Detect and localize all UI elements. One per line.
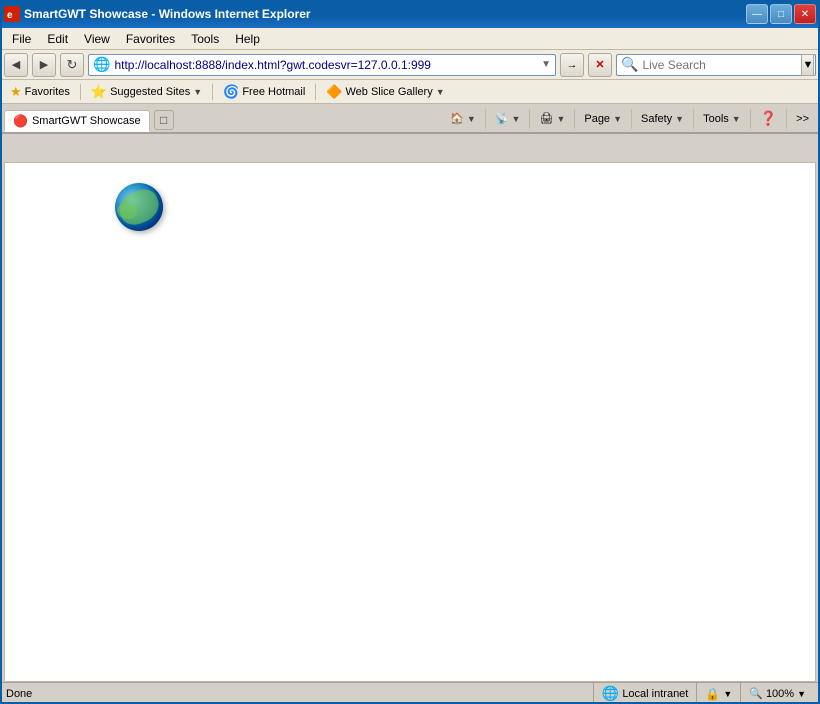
search-provider-icon: 🔍 (621, 56, 638, 73)
forward-button[interactable]: ▶ (32, 53, 56, 77)
home-dropdown-arrow[interactable]: ▼ (467, 114, 476, 124)
page-button[interactable]: Page ▼ (577, 110, 629, 128)
home-icon: 🏠 (450, 112, 464, 125)
lock-icon: 🔒 (705, 687, 720, 701)
search-input[interactable] (642, 58, 797, 72)
window-title: SmartGWT Showcase - Windows Internet Exp… (24, 7, 746, 21)
app-icon: e (4, 6, 20, 22)
menu-edit[interactable]: Edit (39, 30, 76, 48)
search-container: 🔍 ▼ (616, 54, 816, 76)
window-controls: — □ ✕ (746, 4, 816, 24)
favorites-item-webslice[interactable]: 🔶 Web Slice Gallery ▼ (320, 82, 450, 102)
hotmail-icon: 🌀 (223, 84, 239, 100)
minimize-button[interactable]: — (746, 4, 768, 24)
suggested-sites-label: Suggested Sites (110, 86, 190, 98)
maximize-button[interactable]: □ (770, 4, 792, 24)
tab-label: SmartGWT Showcase (32, 115, 141, 127)
lock-section: 🔒 ▼ (696, 683, 740, 704)
favorites-item-suggested[interactable]: ⭐ Suggested Sites ▼ (85, 82, 208, 102)
globe-container (115, 183, 163, 231)
webslice-arrow: ▼ (436, 87, 445, 97)
safety-dropdown-arrow[interactable]: ▼ (675, 114, 684, 124)
tab-smartgwt[interactable]: 🔴 SmartGWT Showcase (4, 110, 150, 132)
menu-help[interactable]: Help (227, 30, 268, 48)
home-button[interactable]: 🏠 ▼ (443, 109, 483, 128)
page-label: Page (584, 113, 610, 125)
menu-file[interactable]: File (4, 30, 39, 48)
svg-text:e: e (7, 10, 13, 21)
status-bar: Done 🌐 Local intranet 🔒 ▼ 🔍 100% ▼ (0, 682, 820, 704)
fav-divider-3 (315, 84, 316, 100)
go-button[interactable]: → (560, 53, 584, 77)
url-favicon: 🌐 (93, 56, 110, 73)
title-bar: e SmartGWT Showcase - Windows Internet E… (0, 0, 820, 28)
toolbar-divider-2 (529, 109, 530, 129)
tab-row-toolbar: 🏠 ▼ 📡 ▼ 🖨 ▼ Page ▼ Safety ▼ (176, 107, 816, 130)
zoom-section: 🔍 100% ▼ (740, 683, 814, 704)
favorites-bar: ★ Favorites ⭐ Suggested Sites ▼ 🌀 Free H… (0, 80, 820, 104)
menu-view[interactable]: View (76, 30, 118, 48)
feed-button[interactable]: 📡 ▼ (488, 109, 528, 128)
tools-button[interactable]: Tools ▼ (696, 110, 748, 128)
toolbar-divider-1 (485, 109, 486, 129)
tools-dropdown-arrow[interactable]: ▼ (732, 114, 741, 124)
back-button[interactable]: ◀ (4, 53, 28, 77)
help-icon: ❓ (760, 110, 777, 127)
page-dropdown-arrow[interactable]: ▼ (613, 114, 622, 124)
favorites-item-hotmail[interactable]: 🌀 Free Hotmail (217, 82, 311, 102)
print-icon: 🖨 (539, 112, 553, 125)
zoom-dropdown-arrow[interactable]: ▼ (797, 689, 806, 699)
url-dropdown-arrow[interactable]: ▼ (541, 59, 551, 70)
menu-tools[interactable]: Tools (183, 30, 227, 48)
webslice-label: Web Slice Gallery (345, 86, 432, 98)
stop-button[interactable]: ✕ (588, 53, 612, 77)
more-label: >> (796, 113, 809, 125)
zoom-icon: 🔍 (749, 687, 763, 700)
toolbar-divider-5 (693, 109, 694, 129)
suggested-sites-icon: ⭐ (91, 84, 107, 100)
zone-section: 🌐 Local intranet (593, 683, 696, 704)
refresh-button[interactable]: ↻ (60, 53, 84, 77)
toolbar-divider-4 (631, 109, 632, 129)
content-area (4, 162, 816, 682)
tab-favicon: 🔴 (13, 114, 28, 128)
close-button[interactable]: ✕ (794, 4, 816, 24)
feed-dropdown-arrow[interactable]: ▼ (512, 114, 521, 124)
safety-button[interactable]: Safety ▼ (634, 110, 691, 128)
favorites-label: Favorites (25, 86, 70, 98)
feed-icon: 📡 (495, 112, 509, 125)
fav-divider-1 (80, 84, 81, 100)
help-button[interactable]: ❓ (753, 107, 784, 130)
more-button[interactable]: >> (789, 110, 816, 128)
zone-icon: 🌐 (602, 685, 619, 702)
toolbar-divider-6 (750, 109, 751, 129)
tools-label: Tools (703, 113, 729, 125)
menu-favorites[interactable]: Favorites (118, 30, 183, 48)
search-go-button[interactable]: ▼ (801, 54, 814, 76)
globe-animation (115, 183, 163, 231)
tab-toolbar-area: 🔴 SmartGWT Showcase □ 🏠 ▼ 📡 ▼ 🖨 ▼ Page (0, 104, 820, 134)
suggested-sites-arrow: ▼ (193, 87, 202, 97)
webslice-icon: 🔶 (326, 84, 342, 100)
new-tab-button[interactable]: □ (154, 110, 174, 130)
favorites-button[interactable]: ★ Favorites (4, 82, 76, 102)
zoom-label: 100% (766, 688, 794, 700)
toolbar-divider-3 (574, 109, 575, 129)
zone-label: Local intranet (622, 688, 688, 700)
print-button[interactable]: 🖨 ▼ (532, 109, 572, 128)
address-bar: ◀ ▶ ↻ 🌐 ▼ → ✕ 🔍 ▼ (0, 50, 820, 80)
toolbar-divider-7 (786, 109, 787, 129)
safety-label: Safety (641, 113, 672, 125)
url-input[interactable] (114, 58, 537, 72)
url-field-container: 🌐 ▼ (88, 54, 556, 76)
status-text: Done (6, 688, 593, 700)
hotmail-label: Free Hotmail (242, 86, 305, 98)
fav-divider-2 (212, 84, 213, 100)
menu-bar: File Edit View Favorites Tools Help (0, 28, 820, 50)
print-dropdown-arrow[interactable]: ▼ (556, 114, 565, 124)
favorites-star-icon: ★ (10, 84, 22, 100)
lock-dropdown-arrow[interactable]: ▼ (723, 689, 732, 699)
tab-bar: 🔴 SmartGWT Showcase □ 🏠 ▼ 📡 ▼ 🖨 ▼ Page (0, 104, 820, 132)
